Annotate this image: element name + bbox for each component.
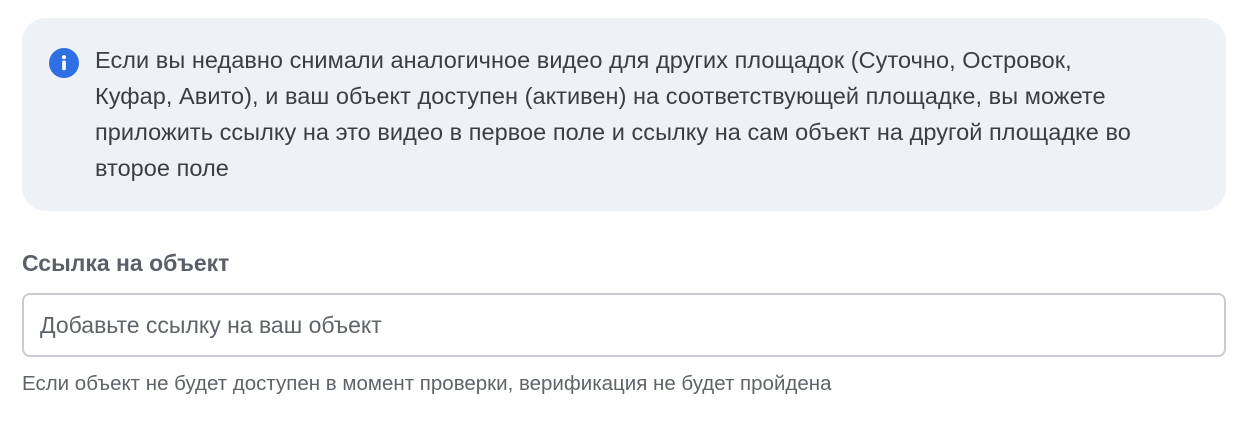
info-notice-text: Если вы недавно снимали аналогичное виде… [95,42,1205,186]
object-link-label: Ссылка на объект [22,250,230,276]
object-link-hint: Если объект не будет доступен в момент п… [22,372,832,395]
verification-form: Если вы недавно снимали аналогичное виде… [0,0,1248,426]
info-notice: Если вы недавно снимали аналогичное виде… [22,18,1226,211]
info-icon [49,48,79,78]
info-notice-line: Если вы недавно снимали аналогичное виде… [95,47,1072,73]
info-notice-line: второе поле [95,155,229,181]
info-notice-line: Куфар, Авито), и ваш объект доступен (ак… [95,83,1106,109]
object-link-input[interactable] [22,293,1226,357]
info-notice-line: приложить ссылку на это видео в первое п… [95,119,1131,145]
